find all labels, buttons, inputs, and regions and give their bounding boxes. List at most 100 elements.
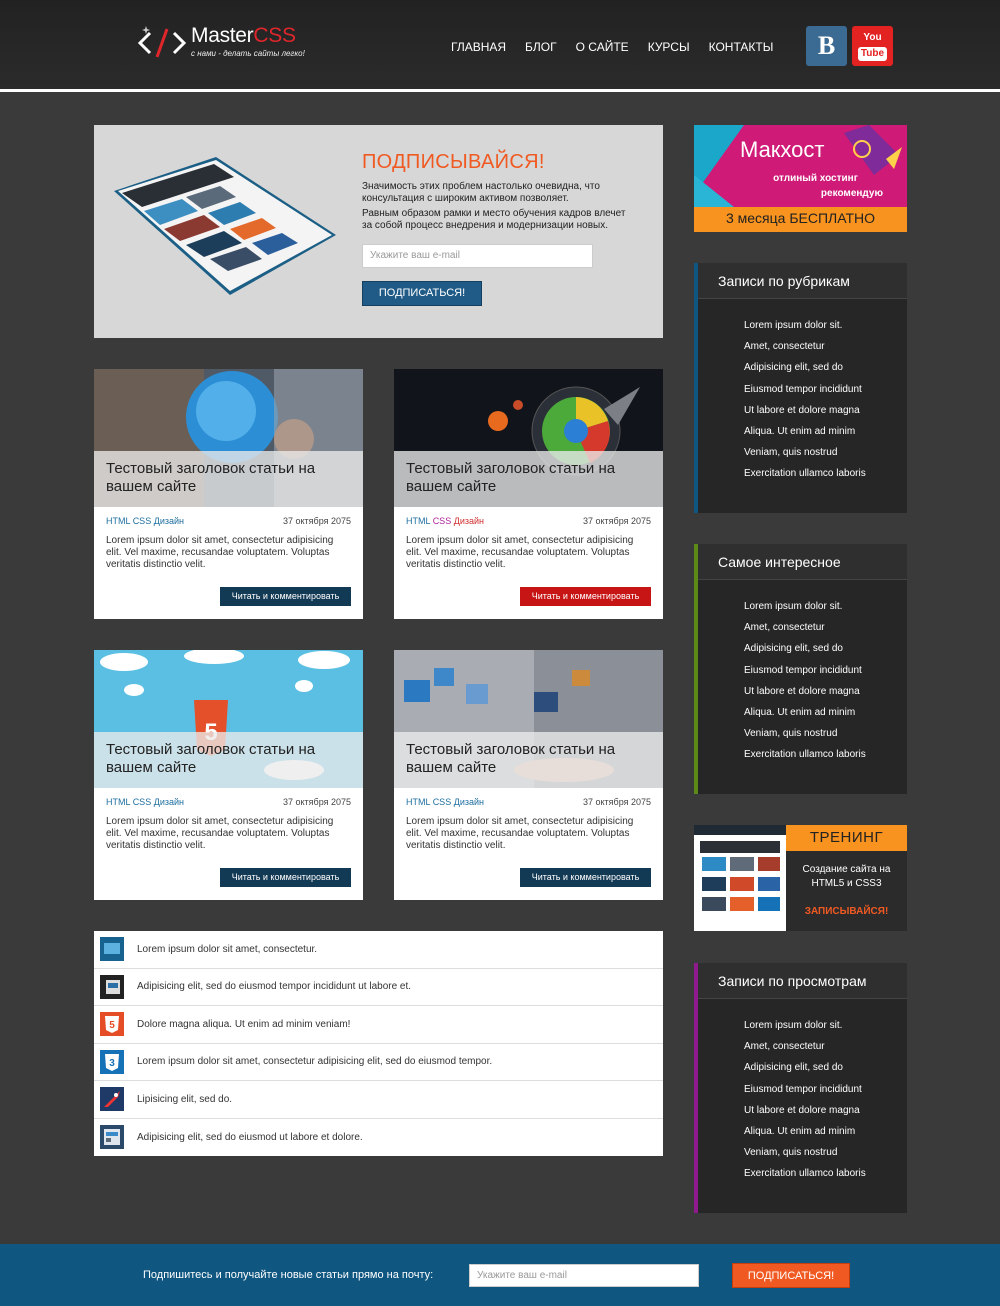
banner-line-2: рекомендую [820, 188, 883, 199]
training-signup-link[interactable]: ЗАПИСЫВАЙСЯ! [786, 906, 907, 917]
read-comment-button[interactable]: Читать и комментировать [220, 868, 351, 887]
widget-item[interactable]: Ut labore et dolore magna [744, 1105, 866, 1126]
widget-item[interactable]: Veniam, quis nostrud [744, 728, 866, 749]
footer-subscribe-button[interactable]: ПОДПИСАТЬСЯ! [732, 1263, 850, 1288]
widget-item[interactable]: Lorem ipsum dolor sit. [744, 320, 866, 341]
article-title[interactable]: Тестовый заголовок статьи на вашем сайте [94, 451, 363, 507]
read-comment-button[interactable]: Читать и комментировать [520, 587, 651, 606]
subscribe-promo: ПОДПИСЫВАЙСЯ! Значимость этих проблем на… [94, 125, 663, 338]
hosting-banner[interactable]: Макхост отлиный хостинг рекомендую 3 мес… [694, 125, 907, 232]
list-item-text: Dolore magna aliqua. Ut enim ad minim ve… [137, 1018, 351, 1030]
training-site-thumbnail [694, 825, 786, 931]
list-item[interactable]: Adipisicing elit, sed do eiusmod ut labo… [94, 1119, 663, 1157]
svg-text:5: 5 [109, 1020, 115, 1031]
widget-item[interactable]: Ut labore et dolore magna [744, 686, 866, 707]
widget-item[interactable]: Amet, consectetur [744, 341, 866, 362]
footer-email-input[interactable]: Укажите ваш e-mail [469, 1264, 699, 1287]
nav-item-about[interactable]: О САЙТЕ [576, 40, 629, 54]
widget-item[interactable]: Adipisicing elit, sed do [744, 643, 866, 664]
widget-item[interactable]: Amet, consectetur [744, 622, 866, 643]
article-title[interactable]: Тестовый заголовок статьи на вашем сайте [394, 732, 663, 788]
article-categories[interactable]: HTML CSS Дизайн [406, 797, 484, 807]
widget-item[interactable]: Eiusmod tempor incididunt [744, 665, 866, 686]
list-item-text: Lipisicing elit, sed do. [137, 1093, 233, 1105]
widget-item[interactable]: Aliqua. Ut enim ad minim [744, 707, 866, 728]
promo-paragraph-2: Равным образом рамки и место обучения ка… [362, 208, 626, 231]
list-item[interactable]: Lipisicing elit, sed do. [94, 1081, 663, 1119]
promo-subscribe-button[interactable]: ПОДПИСАТЬСЯ! [362, 281, 482, 306]
list-item[interactable]: 5 Dolore magna aliqua. Ut enim ad minim … [94, 1006, 663, 1044]
article-categories[interactable]: HTML CSS Дизайн [106, 516, 184, 526]
article-date: 37 октября 2075 [282, 797, 351, 807]
article-card: Тестовый заголовок статьи на вашем сайте… [94, 369, 363, 619]
widget-item[interactable]: Lorem ipsum dolor sit. [744, 601, 866, 622]
widget-item[interactable]: Aliqua. Ut enim ad minim [744, 1126, 866, 1147]
widget-item[interactable]: Exercitation ullamco laboris [744, 468, 866, 489]
css3-icon: 3 [100, 1049, 124, 1074]
read-comment-button[interactable]: Читать и комментировать [520, 868, 651, 887]
widget-accent-bar [694, 544, 698, 794]
article-date: 37 октября 2075 [282, 516, 351, 526]
widget-list: Lorem ipsum dolor sit. Amet, consectetur… [744, 320, 866, 490]
site-logo[interactable]: MasterCSS с нами - делать сайты легко! [136, 20, 316, 64]
nav-item-blog[interactable]: БЛОГ [525, 40, 557, 54]
promo-email-placeholder: Укажите ваш e-mail [370, 250, 460, 261]
list-item-text: Adipisicing elit, sed do eiusmod ut labo… [137, 1131, 363, 1143]
article-meta: HTML CSS Дизайн 37 октября 2075 [406, 516, 651, 526]
widget-accent-bar [694, 963, 698, 1213]
training-text-line-1: Создание сайта на [802, 864, 891, 875]
widget-interesting: Самое интересное Lorem ipsum dolor sit. … [694, 544, 907, 794]
training-text: Создание сайта на HTML5 и CSS3 [786, 863, 907, 891]
widget-item[interactable]: Lorem ipsum dolor sit. [744, 1020, 866, 1041]
tablet-mockup-image [114, 157, 336, 295]
training-block[interactable]: ТРЕНИНГ Создание сайта на HTML5 и CSS3 З… [694, 825, 907, 931]
widget-views: Записи по просмотрам Lorem ipsum dolor s… [694, 963, 907, 1213]
widget-item[interactable]: Exercitation ullamco laboris [744, 1168, 866, 1189]
promo-paragraph-1: Значимость этих проблем настолько очевид… [362, 181, 600, 204]
banner-brand: Макхост [740, 137, 825, 162]
youtube-icon[interactable]: You Tube [852, 26, 893, 66]
youtube-tube-label: Tube [858, 47, 887, 61]
banner-line-1: отлиный хостинг [773, 173, 858, 184]
promo-title: ПОДПИСЫВАЙСЯ! [362, 151, 545, 173]
code-brackets-icon [137, 26, 187, 58]
widget-item[interactable]: Ut labore et dolore magna [744, 405, 866, 426]
article-categories[interactable]: HTML CSS Дизайн [406, 516, 484, 526]
widget-item[interactable]: Veniam, quis nostrud [744, 447, 866, 468]
article-title[interactable]: Тестовый заголовок статьи на вашем сайте [94, 732, 363, 788]
footer-subscribe-bar: Подпишитесь и получайте новые статьи пря… [0, 1244, 1000, 1306]
widget-item[interactable]: Adipisicing elit, sed do [744, 1062, 866, 1083]
widget-item[interactable]: Eiusmod tempor incididunt [744, 1084, 866, 1105]
article-list: Lorem ipsum dolor sit amet, consectetur.… [94, 931, 663, 1156]
list-item[interactable]: Adipisicing elit, sed do eiusmod tempor … [94, 969, 663, 1006]
layout-thumb-icon [100, 1125, 124, 1150]
nav-item-courses[interactable]: КУРСЫ [648, 40, 690, 54]
youtube-you-label: You [863, 32, 882, 43]
rocket-thumb-icon [100, 1087, 124, 1112]
widget-title: Записи по просмотрам [698, 963, 907, 999]
website-thumb-icon [100, 974, 124, 999]
logo-slogan: с нами - делать сайты легко! [191, 49, 305, 58]
vk-icon[interactable]: B [806, 26, 847, 66]
widget-item[interactable]: Veniam, quis nostrud [744, 1147, 866, 1168]
widget-item[interactable]: Exercitation ullamco laboris [744, 749, 866, 770]
nav-item-home[interactable]: ГЛАВНАЯ [451, 40, 506, 54]
article-title[interactable]: Тестовый заголовок статьи на вашем сайте [394, 451, 663, 507]
widget-item[interactable]: Adipisicing elit, sed do [744, 362, 866, 383]
article-meta: HTML CSS Дизайн 37 октября 2075 [106, 516, 351, 526]
read-comment-button[interactable]: Читать и комментировать [220, 587, 351, 606]
article-meta: HTML CSS Дизайн 37 октября 2075 [106, 797, 351, 807]
list-item[interactable]: 3 Lorem ipsum dolor sit amet, consectetu… [94, 1044, 663, 1081]
list-item[interactable]: Lorem ipsum dolor sit amet, consectetur. [94, 931, 663, 969]
html5-icon: 5 [100, 1012, 124, 1037]
widget-categories: Записи по рубрикам Lorem ipsum dolor sit… [694, 263, 907, 513]
article-excerpt: Lorem ipsum dolor sit amet, consectetur … [406, 535, 634, 570]
widget-item[interactable]: Aliqua. Ut enim ad minim [744, 426, 866, 447]
article-categories[interactable]: HTML CSS Дизайн [106, 797, 184, 807]
widget-item[interactable]: Amet, consectetur [744, 1041, 866, 1062]
article-card: Тестовый заголовок статьи на вашем сайте… [394, 650, 663, 900]
widget-item[interactable]: Eiusmod tempor incididunt [744, 384, 866, 405]
promo-text: Значимость этих проблем настолько очевид… [362, 181, 632, 235]
nav-item-contacts[interactable]: КОНТАКТЫ [709, 40, 774, 54]
promo-email-input[interactable]: Укажите ваш e-mail [362, 244, 593, 268]
